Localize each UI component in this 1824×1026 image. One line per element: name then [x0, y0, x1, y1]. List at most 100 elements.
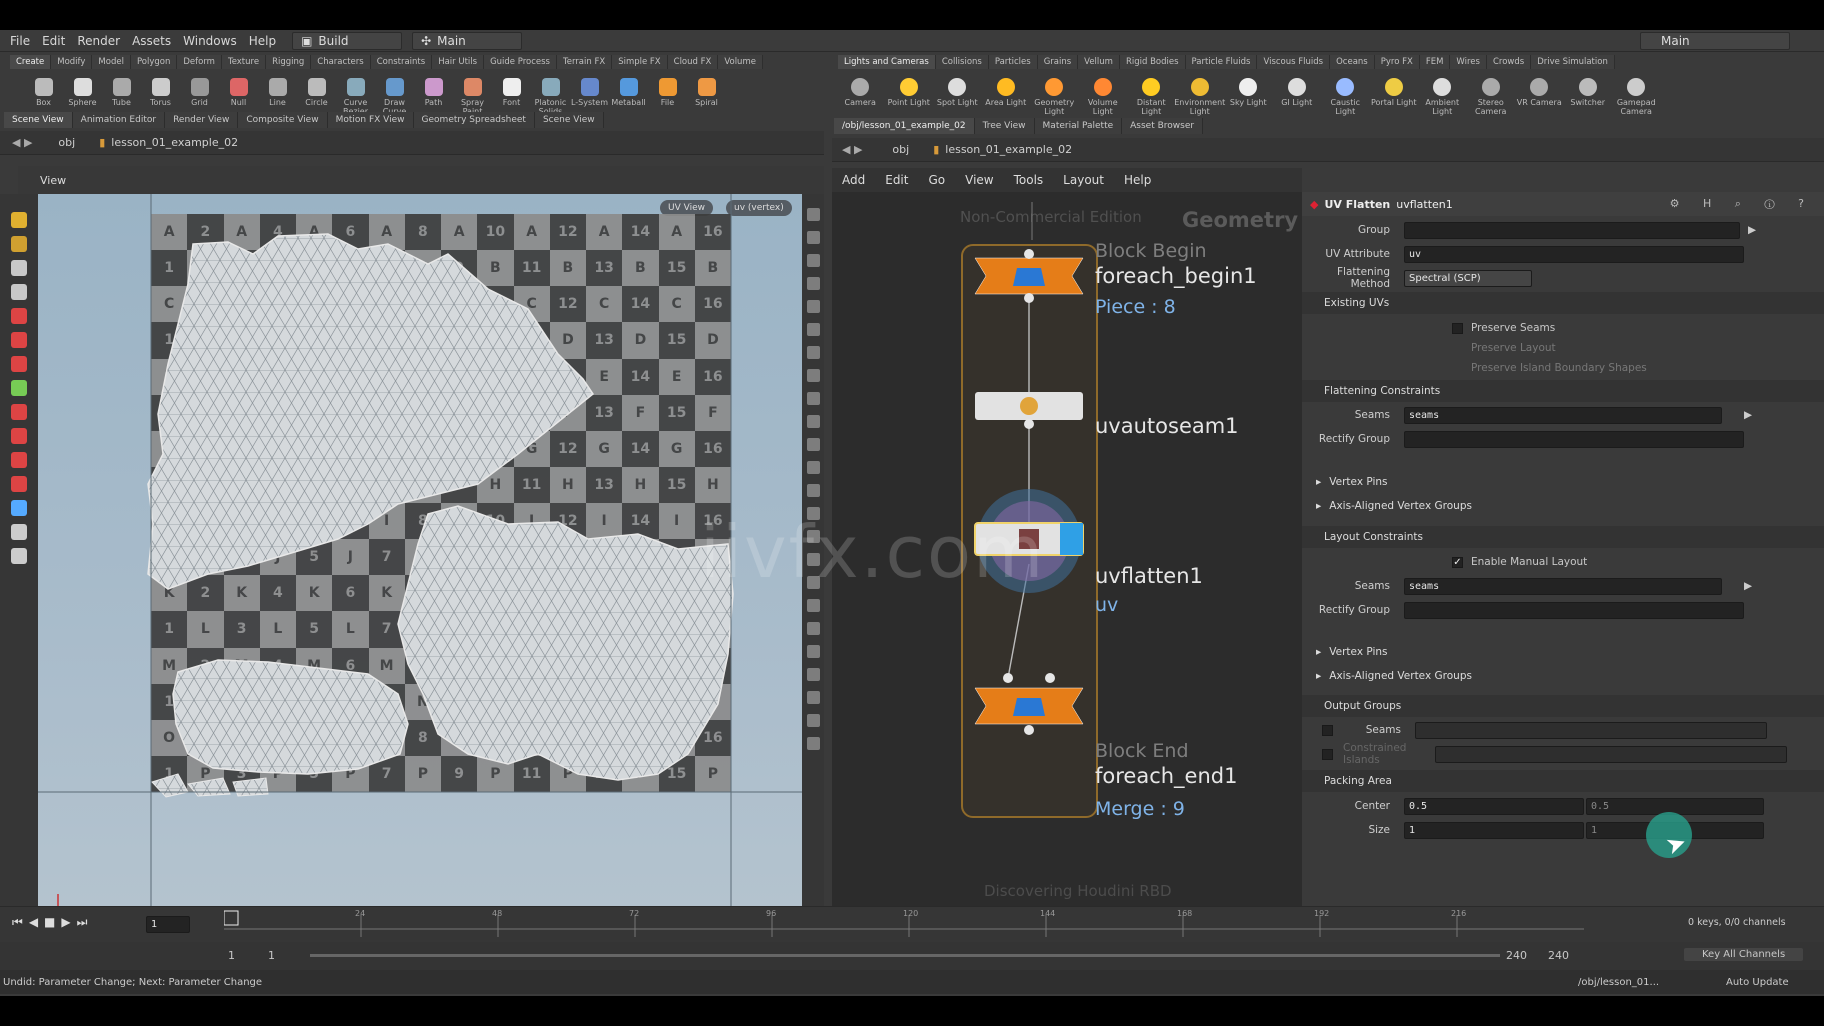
shelf-tool-right[interactable]: VR Camera	[1515, 72, 1564, 107]
pane-tab-left[interactable]: Scene View	[4, 112, 73, 128]
shelf-tab-right[interactable]: Vellum	[1078, 55, 1120, 69]
shelf-tab-left[interactable]: Create	[10, 55, 52, 69]
step-back-icon[interactable]: ◀	[29, 915, 38, 930]
preserve-seams-checkbox[interactable]	[1452, 322, 1463, 334]
shelf-tab-right[interactable]: Wires	[1450, 55, 1487, 69]
layout-rectify-field[interactable]	[1404, 601, 1744, 619]
foreach-end-node[interactable]	[974, 673, 1084, 735]
network-menu-item[interactable]: View	[955, 173, 1003, 187]
shelf-tool-right[interactable]: Environment Light	[1174, 72, 1225, 116]
viewport-tool-icon[interactable]	[806, 737, 820, 750]
shelf-tool-left[interactable]: Font	[492, 72, 531, 107]
layout-vertex-pins-folder[interactable]: ▸ Vertex Pins	[1316, 646, 1388, 658]
shelf-tool-left[interactable]: Torus	[141, 72, 180, 107]
workspace-dropdown-right[interactable]: Main	[1640, 32, 1790, 50]
left-tool-icon[interactable]	[11, 548, 27, 564]
shelf-tool-left[interactable]: Null	[219, 72, 258, 107]
layout-axis-groups-folder[interactable]: ▸ Axis-Aligned Vertex Groups	[1316, 670, 1472, 682]
pane-tab-left[interactable]: Geometry Spreadsheet	[413, 112, 535, 128]
parameter-header-icons[interactable]: ⚙ H ⌕ ⓘ ?	[1670, 197, 1814, 211]
shelf-tab-right[interactable]: Viscous Fluids	[1257, 55, 1331, 69]
current-frame-field[interactable]: 1	[146, 916, 190, 933]
viewport-tool-icon[interactable]	[806, 208, 820, 221]
skip-end-icon[interactable]: ⏭	[77, 915, 88, 930]
out-islands-checkbox[interactable]	[1322, 748, 1333, 760]
shelf-tool-left[interactable]: Circle	[297, 72, 336, 107]
network-menu-item[interactable]: Edit	[875, 173, 918, 187]
menu-render[interactable]: Render	[71, 34, 126, 48]
shelf-tab-left[interactable]: Terrain FX	[556, 55, 613, 69]
left-tool-icon[interactable]	[11, 332, 27, 348]
back-arrow-icon[interactable]: ◀ ▶	[12, 136, 32, 149]
shelf-tool-right[interactable]: GI Light	[1273, 72, 1322, 107]
uv-viewport[interactable]: UV View uv (vertex) A 2 A 4 A 6 A 8 A 10 A 12 A 14 A 16…	[38, 194, 802, 934]
shelf-tool-right[interactable]: Point Light	[885, 72, 934, 107]
left-tool-icon[interactable]	[11, 236, 27, 252]
pane-tab-left[interactable]: Composite View	[238, 112, 328, 128]
viewport-tool-icon[interactable]	[806, 622, 820, 635]
path-node-right[interactable]: lesson_01_example_02	[945, 143, 1072, 156]
viewport-tool-icon[interactable]	[806, 484, 820, 497]
left-tool-icon[interactable]	[11, 524, 27, 540]
pane-tab-left[interactable]: Scene View	[534, 112, 604, 128]
shelf-tab-right[interactable]: Rigid Bodies	[1119, 55, 1186, 69]
shelf-tab-left[interactable]: Model	[92, 55, 131, 69]
flat-seams-field[interactable]: seams	[1404, 406, 1722, 424]
menu-edit[interactable]: Edit	[36, 34, 71, 48]
shelf-tool-left[interactable]: Sphere	[63, 72, 102, 107]
skip-start-icon[interactable]: ⏮	[12, 915, 23, 930]
viewport-tool-icon[interactable]	[806, 645, 820, 658]
foreach-begin-node[interactable]	[974, 249, 1084, 303]
network-menu-item[interactable]: Go	[918, 173, 955, 187]
shelf-tab-left[interactable]: Volume	[718, 55, 763, 69]
group-field[interactable]	[1404, 221, 1740, 239]
shelf-tab-right[interactable]: Grains	[1037, 55, 1079, 69]
back-arrow-icon[interactable]: ◀ ▶	[842, 143, 862, 156]
shelf-tab-left[interactable]: Constraints	[370, 55, 433, 69]
viewport-tool-icon[interactable]	[806, 323, 820, 336]
play-icon[interactable]: ▶	[61, 915, 70, 930]
menu-help[interactable]: Help	[243, 34, 282, 48]
shelf-tool-right[interactable]: Caustic Light	[1321, 72, 1370, 116]
shelf-tab-right[interactable]: FEM	[1419, 55, 1451, 69]
desktop-dropdown[interactable]: ▣ Build	[292, 31, 403, 50]
left-tool-icon[interactable]	[11, 500, 27, 516]
shelf-tool-left[interactable]: Box	[24, 72, 63, 107]
range-start[interactable]: 1	[228, 949, 235, 962]
menu-assets[interactable]: Assets	[126, 34, 177, 48]
view-label[interactable]: View	[40, 174, 66, 187]
shelf-tool-right[interactable]: Switcher	[1564, 72, 1613, 107]
path-node-left[interactable]: lesson_01_example_02	[111, 136, 238, 149]
network-menu-item[interactable]: Add	[832, 173, 875, 187]
range-end-2[interactable]: 240	[1548, 949, 1569, 962]
shelf-tab-right[interactable]: Drive Simulation	[1531, 55, 1615, 69]
shelf-tool-right[interactable]: Gamepad Camera	[1612, 72, 1661, 116]
shelf-tab-left[interactable]: Rigging	[266, 55, 312, 69]
shelf-tool-left[interactable]: Spiral	[687, 72, 726, 107]
path-root-left[interactable]: obj	[58, 136, 75, 149]
viewport-tool-icon[interactable]	[806, 461, 820, 474]
shelf-tool-right[interactable]: Sky Light	[1224, 72, 1273, 107]
viewport-tool-icon[interactable]	[806, 415, 820, 428]
shelf-tab-right[interactable]: Particle Fluids	[1185, 55, 1258, 69]
timeline[interactable]: ⏮ ◀ ■ ▶ ⏭ 1 24 48 72 96 120 144 168 192 216 0 keys, …	[0, 906, 1824, 942]
shelf-tab-left[interactable]: Cloud FX	[667, 55, 719, 69]
left-tool-icon[interactable]	[11, 452, 27, 468]
shelf-tool-left[interactable]: Draw Curve	[375, 72, 414, 116]
viewport-tool-icon[interactable]	[806, 392, 820, 405]
flat-axis-groups-folder[interactable]: ▸ Axis-Aligned Vertex Groups	[1316, 500, 1472, 512]
pane-tab-right[interactable]: Material Palette	[1034, 118, 1123, 134]
enable-manual-checkbox[interactable]: ✓	[1452, 556, 1463, 568]
network-menu-item[interactable]: Help	[1114, 173, 1161, 187]
pane-tab-right[interactable]: /obj/lesson_01_example_02	[834, 118, 975, 134]
shelf-tool-right[interactable]: Portal Light	[1370, 72, 1419, 107]
left-tool-icon[interactable]	[11, 476, 27, 492]
shelf-tab-right[interactable]: Lights and Cameras	[838, 55, 936, 69]
shelf-tool-left[interactable]: Metaball	[609, 72, 648, 107]
shelf-tab-right[interactable]: Particles	[988, 55, 1038, 69]
uv-attribute-field[interactable]: uv	[1404, 245, 1744, 263]
shelf-tab-left[interactable]: Deform	[177, 55, 222, 69]
node-name-field[interactable]: uvflatten1	[1396, 198, 1453, 211]
shelf-tool-left[interactable]: Platonic Solids	[531, 72, 570, 116]
shelf-tab-left[interactable]: Modify	[51, 55, 93, 69]
